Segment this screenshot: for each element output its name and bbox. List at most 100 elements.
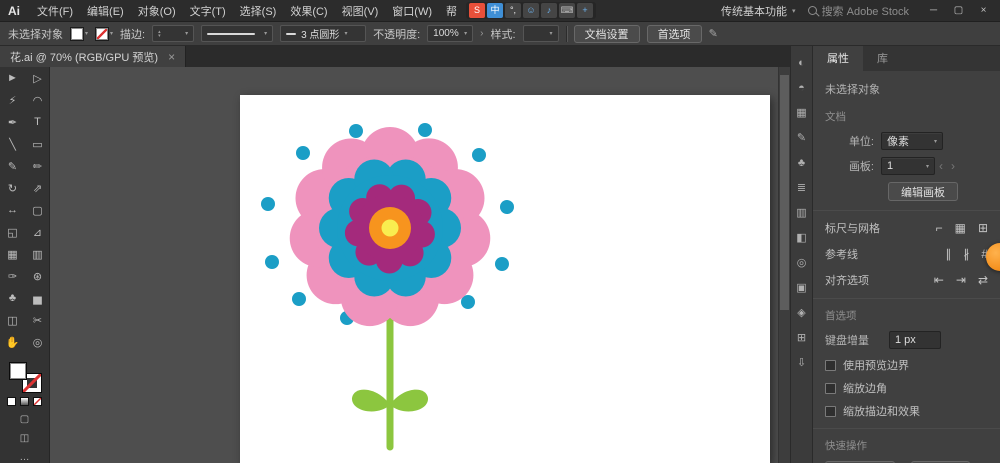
grid-icon[interactable]: ▦	[955, 221, 966, 235]
ruler-icon[interactable]: ⌐	[936, 221, 943, 235]
perspective-grid-tool[interactable]: ⊿	[25, 221, 50, 243]
tab-libraries[interactable]: 库	[863, 45, 902, 71]
menubar-item[interactable]: 对象(O)	[131, 3, 183, 19]
draw-mode-button[interactable]: ▢	[0, 414, 49, 425]
symbols-panel-icon[interactable]: ♣	[793, 156, 811, 171]
prev-artboard-icon[interactable]: ‹	[935, 159, 947, 173]
snap-to-pixel-icon[interactable]: ⇥	[956, 273, 966, 287]
gradient-panel-icon[interactable]: ▥	[793, 206, 811, 221]
transparency-grid-icon[interactable]: ⊞	[978, 221, 988, 235]
ime-voice-icon[interactable]: ♪	[541, 3, 557, 18]
appearance-panel-icon[interactable]: ◎	[793, 256, 811, 271]
stroke-panel-icon[interactable]: ≣	[793, 181, 811, 196]
snap-to-grid-icon[interactable]: ⇤	[934, 273, 944, 287]
minimize-button[interactable]: ─	[921, 5, 946, 16]
menubar-item[interactable]: 编辑(E)	[80, 3, 131, 19]
width-profile-dropdown[interactable]: ▾	[201, 25, 274, 42]
symbol-sprayer-tool[interactable]: ♣	[0, 287, 25, 309]
lasso-tool[interactable]: ◠	[25, 89, 50, 111]
artboards-panel-icon[interactable]: ⊞	[793, 331, 811, 346]
edit-artboards-button[interactable]: 编辑画板	[888, 182, 958, 201]
layers-panel-icon[interactable]: ◈	[793, 306, 811, 321]
blend-tool[interactable]: ⊛	[25, 265, 50, 287]
slice-tool[interactable]: ✂	[25, 309, 50, 331]
type-tool[interactable]: T	[25, 111, 50, 133]
magic-wand-tool[interactable]: ⚡	[0, 89, 25, 111]
sogou-input-icon[interactable]: S	[469, 3, 485, 18]
menubar-item[interactable]: 文件(F)	[30, 3, 80, 19]
color-guide-panel-icon[interactable]: ◓	[793, 81, 811, 96]
scale-strokes-effects-checkbox[interactable]	[825, 405, 836, 417]
ime-punctuation-icon[interactable]: °,	[505, 3, 521, 18]
tab-properties[interactable]: 属性	[813, 45, 863, 71]
snap-to-point-icon[interactable]: ⇄	[978, 273, 988, 287]
style-dropdown[interactable]: ▾	[522, 25, 559, 42]
close-tab-icon[interactable]: ×	[168, 50, 175, 64]
document-setup-button[interactable]: 文档设置	[573, 24, 640, 43]
zoom-tool[interactable]: ◎	[25, 331, 50, 353]
document-tab[interactable]: 花.ai @ 70% (RGB/GPU 预览) ×	[0, 46, 187, 67]
edit-toolbar-button[interactable]: …	[0, 452, 49, 463]
menubar-item[interactable]: 帮	[439, 3, 464, 19]
units-select[interactable]: 像素 ▾	[881, 132, 943, 150]
transparency-panel-icon[interactable]: ◧	[793, 231, 811, 246]
color-mode-button[interactable]	[7, 397, 16, 406]
selection-tool[interactable]: ►	[0, 67, 25, 89]
next-artboard-icon[interactable]: ›	[947, 159, 959, 173]
mesh-tool[interactable]: ▦	[0, 243, 25, 265]
asset-export-panel-icon[interactable]: ⇩	[793, 356, 811, 371]
width-tool[interactable]: ↔	[0, 199, 25, 221]
eyedropper-tool[interactable]: ✑	[0, 265, 25, 287]
column-graph-tool[interactable]: ▅	[25, 287, 50, 309]
gradient-mode-button[interactable]	[20, 397, 29, 406]
none-mode-button[interactable]	[33, 397, 42, 406]
workspace-switcher[interactable]: 传统基本功能 ▾	[721, 3, 796, 19]
canvas-pasteboard[interactable]	[50, 67, 790, 463]
artboard-select[interactable]: 1 ▾	[881, 157, 935, 175]
rotate-tool[interactable]: ↻	[0, 177, 25, 199]
restore-button[interactable]: ▢	[946, 5, 971, 16]
app-logo[interactable]: Ai	[0, 4, 30, 18]
direct-selection-tool[interactable]: ▷	[25, 67, 50, 89]
fill-color-swatch[interactable]: ▾	[70, 26, 88, 41]
ime-toolbox-icon[interactable]: +	[577, 3, 593, 18]
gradient-tool[interactable]: ▥	[25, 243, 50, 265]
scale-corners-checkbox[interactable]	[825, 382, 836, 394]
close-button[interactable]: ×	[971, 5, 996, 16]
artboard[interactable]	[240, 95, 770, 463]
free-transform-tool[interactable]: ▢	[25, 199, 50, 221]
opacity-flyout-icon[interactable]: ›	[480, 28, 483, 39]
vertical-scrollbar[interactable]	[778, 67, 790, 463]
ime-emoji-icon[interactable]: ☺	[523, 3, 539, 18]
menubar-item[interactable]: 窗口(W)	[385, 3, 439, 19]
menubar-item[interactable]: 文字(T)	[183, 3, 233, 19]
menubar-item[interactable]: 视图(V)	[335, 3, 386, 19]
scale-tool[interactable]: ⇗	[25, 177, 50, 199]
graphic-styles-panel-icon[interactable]: ▣	[793, 281, 811, 296]
shape-builder-tool[interactable]: ◱	[0, 221, 25, 243]
scrollbar-thumb[interactable]	[780, 75, 789, 310]
menubar-item[interactable]: 选择(S)	[233, 3, 284, 19]
lock-guides-icon[interactable]: ∦	[963, 247, 969, 261]
ime-keyboard-icon[interactable]: ⌨	[559, 3, 575, 18]
brush-definition-dropdown[interactable]: 3 点圆形 ▾	[280, 25, 367, 42]
use-preview-bounds-checkbox[interactable]	[825, 359, 836, 371]
fill-stroke-indicator[interactable]	[8, 361, 42, 393]
menubar-item[interactable]: 效果(C)	[283, 3, 334, 19]
show-guides-icon[interactable]: ∥	[945, 247, 951, 261]
screen-mode-button[interactable]: ◫	[0, 433, 49, 444]
paintbrush-tool[interactable]: ✎	[0, 155, 25, 177]
opacity-dropdown[interactable]: 100% ▾	[427, 25, 474, 42]
pen-tool[interactable]: ✒	[0, 111, 25, 133]
artboard-tool[interactable]: ◫	[0, 309, 25, 331]
stock-search[interactable]: 搜索 Adobe Stock	[807, 3, 909, 19]
swatches-panel-icon[interactable]: ▦	[793, 106, 811, 121]
preferences-button[interactable]: 首选项	[646, 24, 702, 43]
rectangle-tool[interactable]: ▭	[25, 133, 50, 155]
keyboard-increment-input[interactable]	[889, 331, 941, 349]
stroke-color-swatch[interactable]: ▾	[95, 26, 113, 41]
color-panel-icon[interactable]: ◐	[793, 56, 811, 71]
ime-chinese-mode-icon[interactable]: 中	[487, 3, 503, 18]
stroke-weight-stepper[interactable]: ▴ ▾ ▾	[152, 25, 195, 42]
control-panel-menu-icon[interactable]: ✎	[709, 27, 718, 40]
